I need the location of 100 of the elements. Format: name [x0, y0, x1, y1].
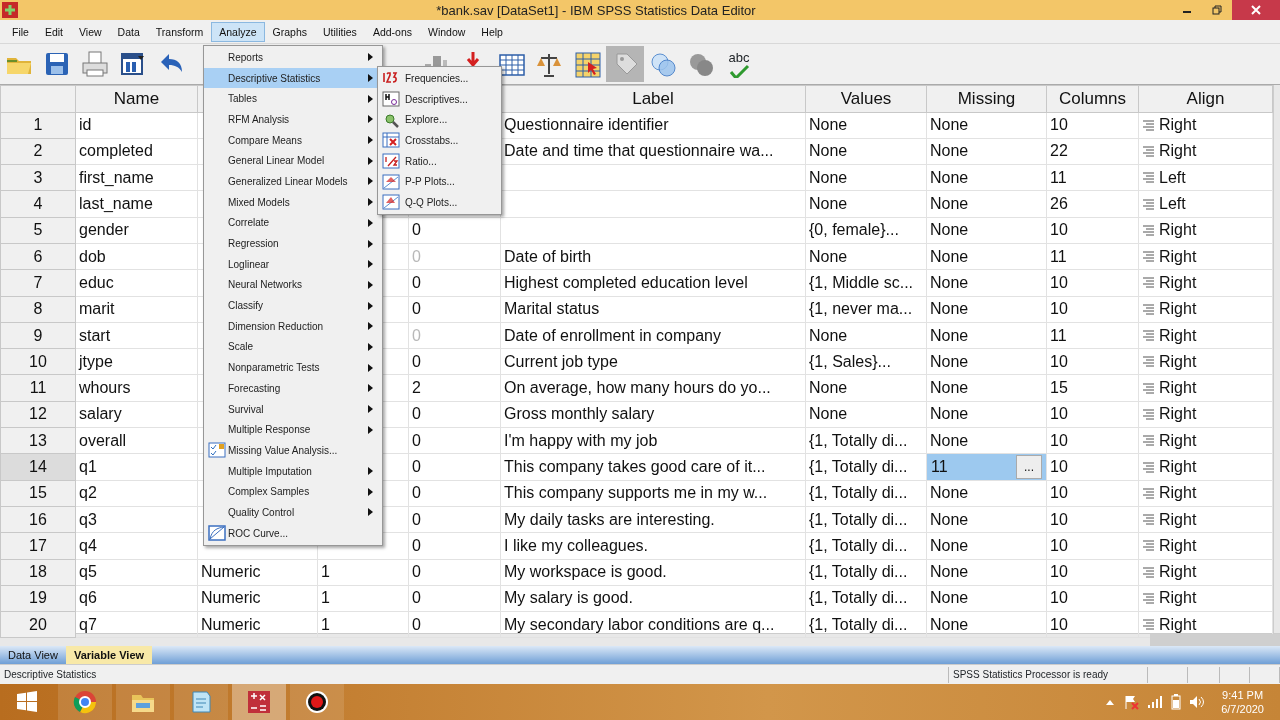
dialog-window-icon[interactable]: [119, 50, 147, 78]
column-header[interactable]: Name: [75, 85, 198, 112]
row-number[interactable]: 17: [0, 532, 76, 560]
menu-item[interactable]: Edit: [36, 21, 71, 42]
menu-item[interactable]: P-P Plots...: [378, 171, 501, 193]
column-header[interactable]: Columns: [1046, 85, 1139, 112]
row-number[interactable]: 2: [0, 138, 76, 165]
printer-icon[interactable]: [81, 50, 109, 78]
menu-item[interactable]: Utilities: [315, 21, 365, 42]
menu-item[interactable]: File: [4, 21, 37, 42]
menu-item[interactable]: Nonparametric Tests: [204, 357, 382, 378]
column-header[interactable]: Label: [500, 85, 806, 112]
table-cell: None: [930, 536, 969, 554]
menu-item[interactable]: Classify: [204, 295, 382, 316]
menu-item[interactable]: ROC Curve...: [204, 522, 382, 544]
menu-item[interactable]: Graphs: [264, 21, 316, 42]
menu-item[interactable]: Analyze: [211, 21, 265, 42]
row-number[interactable]: 4: [0, 190, 76, 218]
menu-item[interactable]: Add-ons: [364, 21, 420, 42]
menu-item[interactable]: Loglinear: [204, 253, 382, 275]
sheet-tab[interactable]: Data View: [0, 645, 66, 664]
menu-item[interactable]: Q-Q Plots...: [378, 192, 501, 213]
submenu-arrow-icon: [368, 508, 373, 517]
table-cell: 10: [1050, 510, 1068, 528]
menu-item[interactable]: Forecasting: [204, 378, 382, 399]
menu-item[interactable]: Correlate: [204, 212, 382, 234]
table-cursor-icon[interactable]: [573, 50, 601, 78]
spell-check-button[interactable]: abc: [720, 46, 758, 82]
table-cell: None: [809, 168, 848, 186]
row-number[interactable]: 8: [0, 296, 76, 323]
menu-item[interactable]: Explore...: [378, 109, 501, 131]
menu-item[interactable]: Descriptives...: [378, 88, 501, 110]
row-number[interactable]: 13: [0, 427, 76, 454]
menu-item[interactable]: Reports: [204, 47, 382, 68]
table-cell: My workspace is good.: [504, 563, 667, 581]
row-number[interactable]: 14: [0, 453, 76, 481]
table-cell: 22: [1050, 142, 1068, 160]
battery-icon[interactable]: [1171, 694, 1182, 710]
table-cell: whours: [79, 379, 131, 397]
restore-icon[interactable]: [1212, 5, 1222, 15]
taskbar-button[interactable]: [290, 684, 344, 720]
menu-item[interactable]: Complex Samples: [204, 481, 382, 503]
plot-icon: [382, 194, 400, 211]
row-number[interactable]: 20: [0, 611, 76, 638]
row-number[interactable]: 10: [0, 348, 76, 375]
submenu-arrow-icon: [368, 363, 373, 372]
menu-item[interactable]: View: [71, 21, 110, 42]
menu-item[interactable]: Crosstabs...: [378, 130, 501, 151]
table-cell: My daily tasks are interesting.: [504, 510, 715, 528]
close-button[interactable]: [1232, 0, 1280, 20]
row-number[interactable]: 7: [0, 269, 76, 297]
row-number[interactable]: 19: [0, 585, 76, 612]
column-header[interactable]: Missing: [926, 85, 1047, 112]
table-cell: None: [930, 247, 969, 265]
row-number[interactable]: 12: [0, 401, 76, 428]
row-number[interactable]: 11: [0, 374, 76, 402]
flag-icon[interactable]: [1123, 694, 1140, 710]
menu-item[interactable]: Survival: [204, 398, 382, 420]
menu-item[interactable]: Neural Networks: [204, 274, 382, 296]
column-header[interactable]: Align: [1138, 85, 1273, 112]
menu-item[interactable]: Window: [420, 21, 474, 42]
menu-item[interactable]: Missing Value Analysis...: [204, 440, 382, 461]
row-number[interactable]: 15: [0, 480, 76, 507]
menu-item[interactable]: Regression: [204, 233, 382, 254]
menu-item[interactable]: Help: [473, 21, 511, 42]
submenu-arrow-icon: [368, 301, 373, 310]
align-icon: [1142, 487, 1155, 499]
menu-item[interactable]: Dimension Reduction: [204, 315, 382, 337]
vertical-scrollbar[interactable]: [1273, 85, 1280, 633]
start-icon[interactable]: [15, 690, 39, 714]
column-header[interactable]: Values: [805, 85, 927, 112]
row-number[interactable]: 5: [0, 217, 76, 244]
table-cell: None: [930, 326, 969, 344]
table-cell-text: Right: [1159, 562, 1197, 583]
row-number[interactable]: 1: [0, 112, 76, 139]
row-number[interactable]: 3: [0, 164, 76, 191]
cell-editor[interactable]: 11 ...: [926, 453, 1047, 481]
menu-item[interactable]: Transform: [147, 21, 212, 42]
menu-item[interactable]: Multiple Imputation: [204, 460, 382, 482]
row-number[interactable]: 6: [0, 243, 76, 270]
tray-arrow-icon[interactable]: [1105, 698, 1116, 706]
menu-item[interactable]: Ratio...: [378, 150, 501, 172]
menu-item[interactable]: Scale: [204, 336, 382, 358]
table-cell-text: Right: [1159, 430, 1197, 451]
table-cell-text: Right: [1159, 272, 1197, 293]
submenu-arrow-icon: [368, 53, 373, 62]
table-cell-text: Right: [1159, 535, 1197, 556]
row-number[interactable]: 18: [0, 559, 76, 586]
table-cell: q4: [79, 536, 97, 554]
table-cell: 0: [412, 484, 421, 502]
ellipsis-button[interactable]: ...: [1016, 455, 1042, 479]
row-number[interactable]: 9: [0, 322, 76, 349]
menu-item[interactable]: Quality Control: [204, 502, 382, 523]
speaker-icon[interactable]: [1189, 695, 1206, 709]
venn-diagram-icon[interactable]: [649, 50, 677, 78]
menu-item[interactable]: Data: [109, 21, 148, 42]
menu-item[interactable]: Multiple Response: [204, 419, 382, 441]
table-cell: 11: [1050, 247, 1067, 265]
signal-icon[interactable]: [1147, 695, 1164, 709]
row-number[interactable]: 16: [0, 506, 76, 533]
